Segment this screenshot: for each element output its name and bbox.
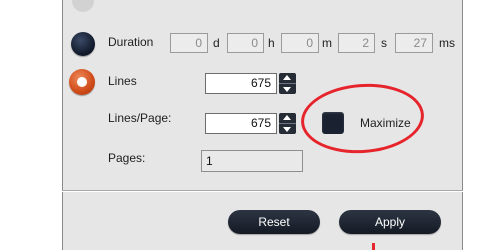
lines-per-page-spinner[interactable] — [279, 113, 296, 134]
lines-per-page-label: Lines/Page: — [108, 111, 172, 125]
duration-radio[interactable] — [71, 32, 95, 56]
lines-per-page-decrement-button[interactable] — [279, 124, 296, 134]
duration-minutes-field[interactable]: 0 — [281, 33, 319, 53]
lines-spinner[interactable] — [279, 73, 296, 94]
triangle-up-icon — [283, 115, 291, 120]
duration-days-unit: d — [213, 36, 220, 50]
duration-minutes-unit: m — [322, 36, 332, 50]
duration-days-field[interactable]: 0 — [170, 33, 208, 53]
section-divider — [62, 190, 463, 192]
reset-button[interactable]: Reset — [228, 210, 320, 234]
triangle-down-icon — [283, 87, 291, 92]
lines-radio[interactable] — [69, 69, 95, 95]
duration-seconds-field[interactable]: 2 — [338, 33, 375, 53]
lines-increment-button[interactable] — [279, 73, 296, 84]
triangle-down-icon — [283, 127, 291, 132]
radio-selected-dot — [77, 77, 87, 87]
duration-hours-field[interactable]: 0 — [227, 33, 264, 53]
pages-field: 1 — [201, 150, 303, 172]
lines-label: Lines — [108, 74, 137, 88]
lines-per-page-increment-button[interactable] — [279, 113, 296, 124]
duration-seconds-unit: s — [381, 36, 387, 50]
lines-per-page-input[interactable]: 675 — [205, 113, 277, 134]
lines-decrement-button[interactable] — [279, 84, 296, 94]
duration-hours-unit: h — [268, 36, 275, 50]
lines-input[interactable]: 675 — [205, 73, 277, 94]
duration-milliseconds-field[interactable]: 27 — [395, 33, 433, 53]
duration-label: Duration — [108, 35, 154, 49]
triangle-up-icon — [283, 75, 291, 80]
annotation-marker — [372, 243, 375, 250]
apply-button[interactable]: Apply — [339, 210, 441, 234]
pages-label: Pages: — [108, 151, 146, 165]
duration-milliseconds-unit: ms — [439, 36, 455, 50]
